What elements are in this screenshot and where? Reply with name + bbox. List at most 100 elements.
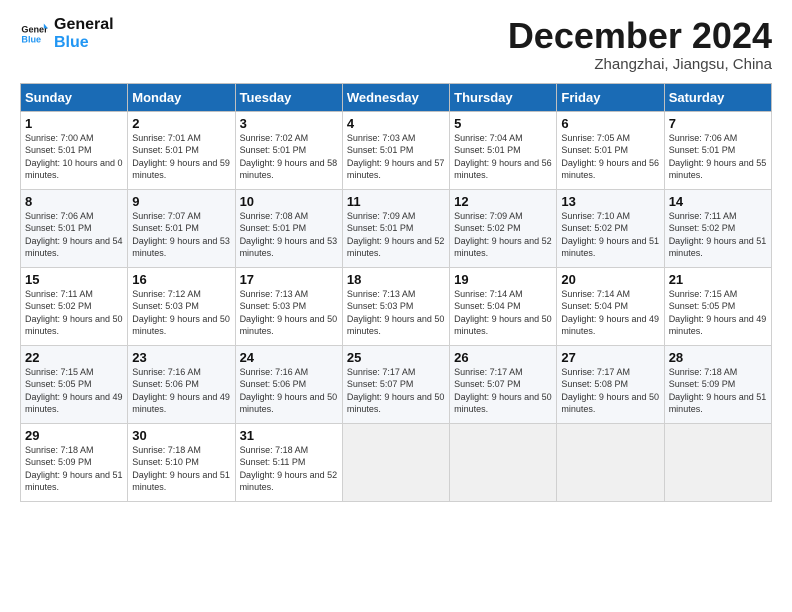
day-number: 10 (240, 194, 338, 209)
day-number: 30 (132, 428, 230, 443)
day-number: 25 (347, 350, 445, 365)
day-number: 23 (132, 350, 230, 365)
day-cell: 7 Sunrise: 7:06 AMSunset: 5:01 PMDaylight… (664, 111, 771, 189)
day-number: 6 (561, 116, 659, 131)
day-number: 29 (25, 428, 123, 443)
day-number: 5 (454, 116, 552, 131)
cell-info: Sunrise: 7:18 AMSunset: 5:09 PMDaylight:… (25, 445, 123, 493)
week-row-2: 8 Sunrise: 7:06 AMSunset: 5:01 PMDaylight… (21, 189, 772, 267)
cell-info: Sunrise: 7:15 AMSunset: 5:05 PMDaylight:… (25, 367, 123, 415)
day-number: 28 (669, 350, 767, 365)
day-number: 11 (347, 194, 445, 209)
day-cell: 8 Sunrise: 7:06 AMSunset: 5:01 PMDaylight… (21, 189, 128, 267)
day-number: 4 (347, 116, 445, 131)
day-cell: 23Sunrise: 7:16 AMSunset: 5:06 PMDayligh… (128, 345, 235, 423)
day-cell: 2 Sunrise: 7:01 AMSunset: 5:01 PMDaylight… (128, 111, 235, 189)
day-number: 27 (561, 350, 659, 365)
day-cell: 22 Sunrise: 7:15 AMSunset: 5:05 PMDayligh… (21, 345, 128, 423)
day-number: 3 (240, 116, 338, 131)
column-header-sunday: Sunday (21, 83, 128, 111)
title-block: December 2024 Zhangzhai, Jiangsu, China (508, 16, 772, 73)
header-row: SundayMondayTuesdayWednesdayThursdayFrid… (21, 83, 772, 111)
day-number: 22 (25, 350, 123, 365)
day-cell: 17Sunrise: 7:13 AMSunset: 5:03 PMDayligh… (235, 267, 342, 345)
day-cell: 19Sunrise: 7:14 AMSunset: 5:04 PMDayligh… (450, 267, 557, 345)
cell-info: Sunrise: 7:06 AMSunset: 5:01 PMDaylight:… (669, 133, 767, 181)
day-cell (342, 423, 449, 501)
day-cell: 24 Sunrise: 7:16 AMSunset: 5:06 PMDayligh… (235, 345, 342, 423)
day-cell: 21 Sunrise: 7:15 AMSunset: 5:05 PMDayligh… (664, 267, 771, 345)
logo-icon: General Blue (20, 20, 48, 48)
day-number: 14 (669, 194, 767, 209)
cell-info: Sunrise: 7:17 AMSunset: 5:08 PMDaylight:… (561, 367, 659, 415)
day-cell: 31 Sunrise: 7:18 AMSunset: 5:11 PMDayligh… (235, 423, 342, 501)
day-number: 1 (25, 116, 123, 131)
day-cell (557, 423, 664, 501)
day-cell: 3 Sunrise: 7:02 AMSunset: 5:01 PMDaylight… (235, 111, 342, 189)
cell-info: Sunrise: 7:09 AMSunset: 5:01 PMDaylight:… (347, 211, 445, 259)
day-number: 12 (454, 194, 552, 209)
cell-info: Sunrise: 7:06 AMSunset: 5:01 PMDaylight:… (25, 211, 123, 259)
cell-info: Sunrise: 7:11 AMSunset: 5:02 PMDaylight:… (669, 211, 767, 259)
svg-text:Blue: Blue (21, 34, 41, 44)
cell-info: Sunrise: 7:03 AMSunset: 5:01 PMDaylight:… (347, 133, 445, 181)
logo-general: General (54, 16, 114, 34)
day-cell: 29 Sunrise: 7:18 AMSunset: 5:09 PMDayligh… (21, 423, 128, 501)
cell-info: Sunrise: 7:14 AMSunset: 5:04 PMDaylight:… (454, 289, 552, 337)
cell-info: Sunrise: 7:18 AMSunset: 5:11 PMDaylight:… (240, 445, 338, 493)
week-row-5: 29 Sunrise: 7:18 AMSunset: 5:09 PMDayligh… (21, 423, 772, 501)
day-cell: 5 Sunrise: 7:04 AMSunset: 5:01 PMDaylight… (450, 111, 557, 189)
column-header-tuesday: Tuesday (235, 83, 342, 111)
day-number: 21 (669, 272, 767, 287)
day-cell: 27 Sunrise: 7:17 AMSunset: 5:08 PMDayligh… (557, 345, 664, 423)
day-cell: 20 Sunrise: 7:14 AMSunset: 5:04 PMDayligh… (557, 267, 664, 345)
day-number: 24 (240, 350, 338, 365)
cell-info: Sunrise: 7:16 AMSunset: 5:06 PMDaylight:… (240, 367, 338, 415)
logo: General Blue General Blue (20, 16, 114, 51)
cell-info: Sunrise: 7:17 AMSunset: 5:07 PMDaylight:… (347, 367, 445, 415)
cell-info: Sunrise: 7:15 AMSunset: 5:05 PMDaylight:… (669, 289, 767, 337)
cell-info: Sunrise: 7:04 AMSunset: 5:01 PMDaylight:… (454, 133, 552, 181)
header: General Blue General Blue December 2024 … (20, 16, 772, 73)
page-container: General Blue General Blue December 2024 … (0, 0, 792, 512)
day-number: 9 (132, 194, 230, 209)
cell-info: Sunrise: 7:01 AMSunset: 5:01 PMDaylight:… (132, 133, 230, 181)
week-row-4: 22 Sunrise: 7:15 AMSunset: 5:05 PMDayligh… (21, 345, 772, 423)
day-cell: 9 Sunrise: 7:07 AMSunset: 5:01 PMDaylight… (128, 189, 235, 267)
day-number: 7 (669, 116, 767, 131)
month-title: December 2024 (508, 16, 772, 56)
day-cell: 26 Sunrise: 7:17 AMSunset: 5:07 PMDayligh… (450, 345, 557, 423)
cell-info: Sunrise: 7:08 AMSunset: 5:01 PMDaylight:… (240, 211, 338, 259)
cell-info: Sunrise: 7:02 AMSunset: 5:01 PMDaylight:… (240, 133, 338, 181)
cell-info: Sunrise: 7:10 AMSunset: 5:02 PMDaylight:… (561, 211, 659, 259)
column-header-wednesday: Wednesday (342, 83, 449, 111)
column-header-saturday: Saturday (664, 83, 771, 111)
day-cell: 16Sunrise: 7:12 AMSunset: 5:03 PMDayligh… (128, 267, 235, 345)
day-cell: 10 Sunrise: 7:08 AMSunset: 5:01 PMDayligh… (235, 189, 342, 267)
week-row-1: 1 Sunrise: 7:00 AMSunset: 5:01 PMDaylight… (21, 111, 772, 189)
cell-info: Sunrise: 7:14 AMSunset: 5:04 PMDaylight:… (561, 289, 659, 337)
cell-info: Sunrise: 7:09 AMSunset: 5:02 PMDaylight:… (454, 211, 552, 259)
column-header-thursday: Thursday (450, 83, 557, 111)
column-header-friday: Friday (557, 83, 664, 111)
cell-info: Sunrise: 7:00 AMSunset: 5:01 PMDaylight:… (25, 133, 123, 181)
calendar-table: SundayMondayTuesdayWednesdayThursdayFrid… (20, 83, 772, 502)
day-number: 2 (132, 116, 230, 131)
day-number: 26 (454, 350, 552, 365)
cell-info: Sunrise: 7:17 AMSunset: 5:07 PMDaylight:… (454, 367, 552, 415)
day-number: 20 (561, 272, 659, 287)
day-cell: 15Sunrise: 7:11 AMSunset: 5:02 PMDayligh… (21, 267, 128, 345)
cell-info: Sunrise: 7:13 AMSunset: 5:03 PMDaylight:… (240, 289, 338, 337)
day-cell: 1 Sunrise: 7:00 AMSunset: 5:01 PMDaylight… (21, 111, 128, 189)
cell-info: Sunrise: 7:07 AMSunset: 5:01 PMDaylight:… (132, 211, 230, 259)
cell-info: Sunrise: 7:11 AMSunset: 5:02 PMDaylight:… (25, 289, 123, 337)
cell-info: Sunrise: 7:05 AMSunset: 5:01 PMDaylight:… (561, 133, 659, 181)
day-number: 31 (240, 428, 338, 443)
cell-info: Sunrise: 7:12 AMSunset: 5:03 PMDaylight:… (132, 289, 230, 337)
day-cell: 30Sunrise: 7:18 AMSunset: 5:10 PMDayligh… (128, 423, 235, 501)
day-cell: 14 Sunrise: 7:11 AMSunset: 5:02 PMDayligh… (664, 189, 771, 267)
day-cell: 6 Sunrise: 7:05 AMSunset: 5:01 PMDaylight… (557, 111, 664, 189)
day-number: 8 (25, 194, 123, 209)
location: Zhangzhai, Jiangsu, China (508, 56, 772, 73)
day-number: 18 (347, 272, 445, 287)
